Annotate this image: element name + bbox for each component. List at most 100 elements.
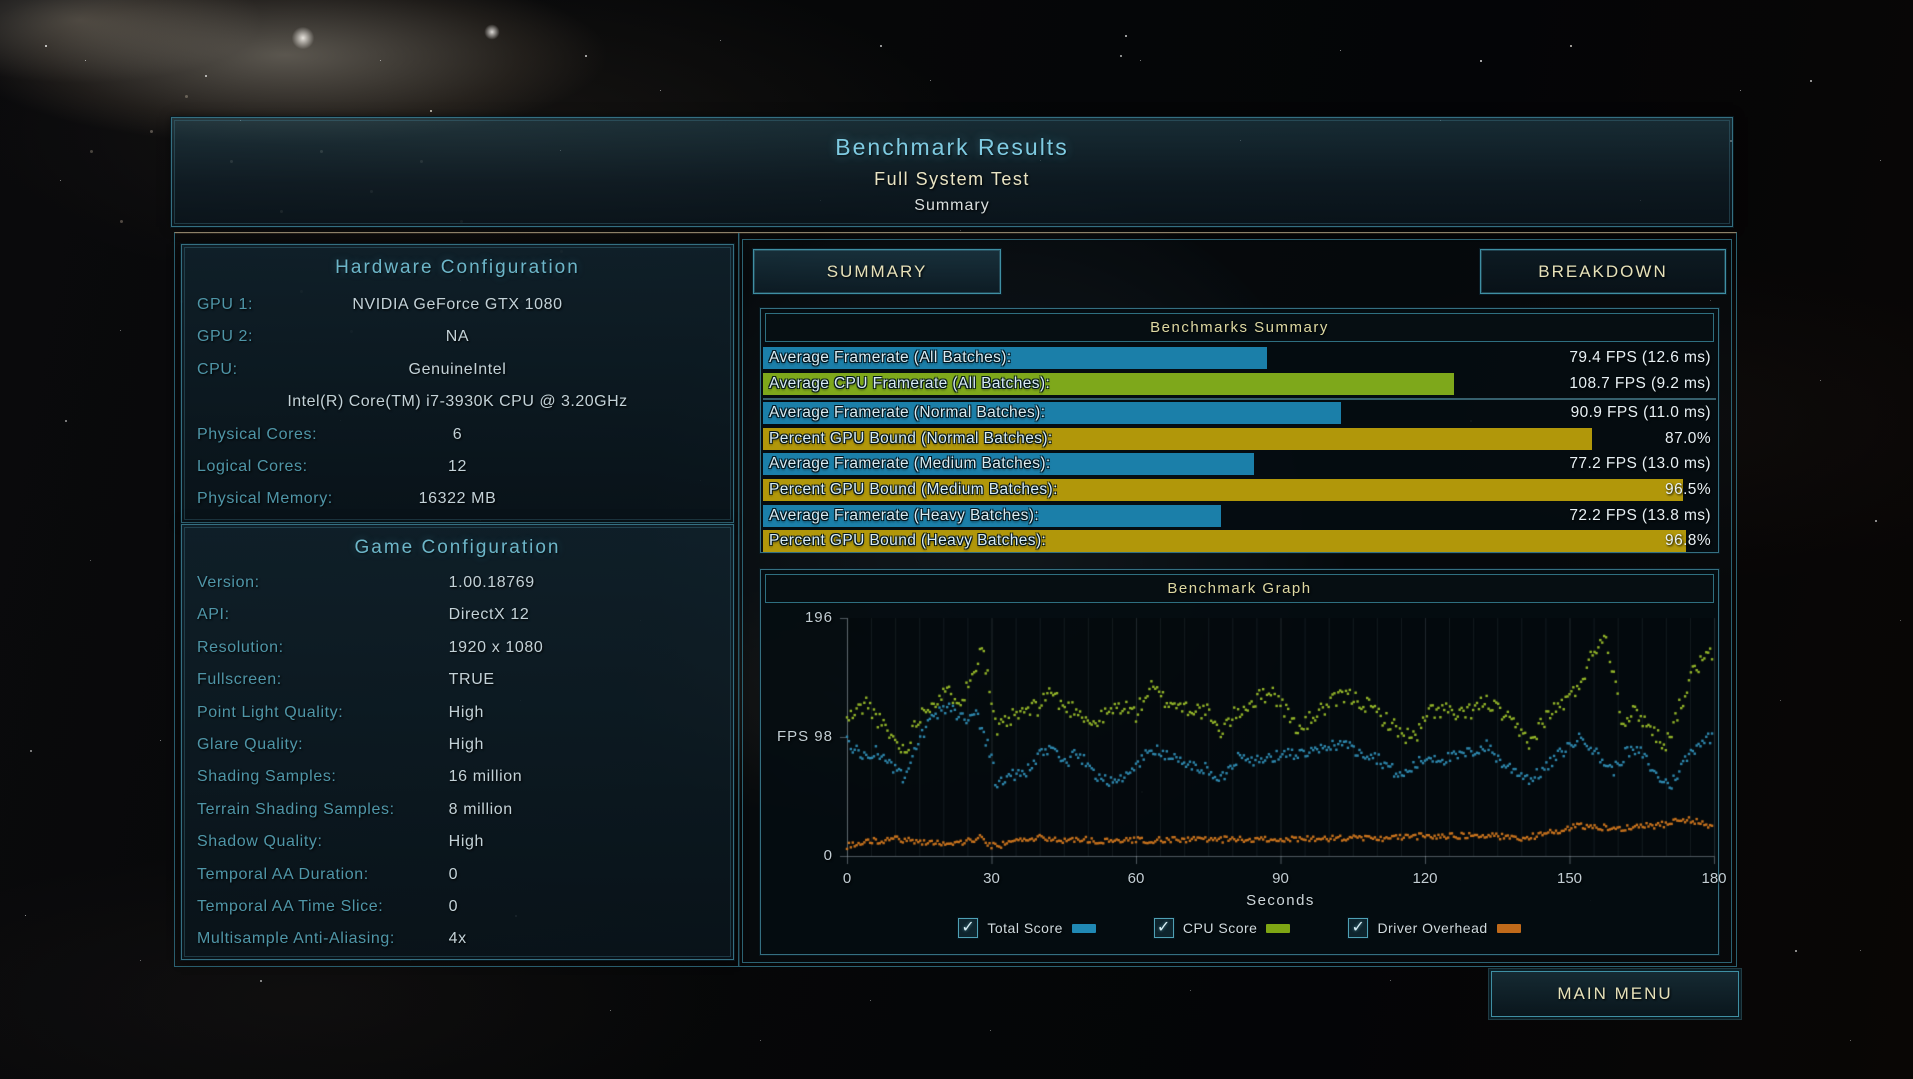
config-value: 6 [182, 426, 733, 444]
title-panel: Benchmark Results Full System Test Summa… [171, 117, 1733, 227]
config-value: 16 million [449, 768, 523, 786]
config-value: High [449, 704, 484, 722]
total-score-checkbox-icon[interactable] [958, 918, 978, 938]
config-label: Multisample Anti-Aliasing: [197, 930, 395, 948]
main-menu-button[interactable]: MAIN MENU [1491, 971, 1739, 1017]
config-label: API: [197, 606, 230, 624]
config-row: Fullscreen: TRUE [182, 664, 733, 696]
y-tick-label: 0 [763, 847, 833, 864]
results-panel: SUMMARY BREAKDOWN Benchmarks Summary Ave… [742, 239, 1732, 963]
config-row: Terrain Shading Samples: 8 million [182, 794, 733, 826]
config-value: 12 [182, 458, 733, 476]
legend-label: CPU Score [1183, 920, 1258, 936]
summary-row-label: Average Framerate (Heavy Batches): [769, 507, 1039, 525]
summary-row-value: 90.9 FPS (11.0 ms) [1571, 404, 1711, 422]
benchmarks-summary-panel: Benchmarks Summary Average Framerate (Al… [760, 308, 1719, 553]
benchmark-graph-title: Benchmark Graph [765, 574, 1714, 603]
driver-overhead-color-swatch [1497, 924, 1521, 933]
config-row: CPU: GenuineIntel [182, 354, 733, 386]
config-row: Shadow Quality: High [182, 826, 733, 858]
column-divider [738, 233, 740, 966]
config-label: Temporal AA Duration: [197, 866, 369, 884]
summary-row-label: Average CPU Framerate (All Batches): [769, 375, 1050, 393]
y-tick-label: FPS 98 [763, 728, 833, 745]
legend-item-cpu-score: CPU Score [1154, 918, 1291, 938]
config-row: Physical Memory: 16322 MB [182, 483, 733, 515]
config-row: GPU 2: NA [182, 321, 733, 353]
config-value: 4x [449, 930, 467, 948]
tab-summary[interactable]: SUMMARY [753, 249, 1001, 294]
config-label: Resolution: [197, 639, 284, 657]
config-row: Multisample Anti-Aliasing: 4x [182, 923, 733, 955]
config-label: Fullscreen: [197, 671, 282, 689]
summary-row-value: 96.8% [1665, 532, 1711, 550]
hardware-config-title: Hardware Configuration [182, 257, 733, 279]
config-value: 1.00.18769 [449, 574, 535, 592]
config-label: Shadow Quality: [197, 833, 323, 851]
config-row: Version: 1.00.18769 [182, 567, 733, 599]
x-tick-label: 150 [1545, 870, 1595, 887]
fps-scatter-plot [847, 618, 1714, 856]
game-configuration-panel: Game Configuration Version: 1.00.18769 A… [181, 524, 734, 960]
summary-row: Percent GPU Bound (Medium Batches): 96.5… [763, 478, 1716, 504]
summary-row-label: Average Framerate (Normal Batches): [769, 404, 1045, 422]
config-label: Terrain Shading Samples: [197, 801, 395, 819]
summary-row-value: 96.5% [1665, 481, 1711, 499]
legend-label: Driver Overhead [1377, 920, 1487, 936]
config-value: NA [182, 328, 733, 346]
summary-row-label: Percent GPU Bound (Medium Batches): [769, 481, 1058, 499]
config-value: High [449, 833, 484, 851]
x-tick-label: 30 [967, 870, 1017, 887]
config-row: Glare Quality: High [182, 729, 733, 761]
summary-row: Percent GPU Bound (Heavy Batches): 96.8% [763, 529, 1716, 555]
config-label: Shading Samples: [197, 768, 336, 786]
legend-item-driver-overhead: Driver Overhead [1348, 918, 1520, 938]
graph-legend: Total Score CPU Score Driver Overhead [761, 918, 1718, 938]
config-label: Glare Quality: [197, 736, 303, 754]
summary-row: Average CPU Framerate (All Batches): 108… [763, 372, 1716, 398]
summary-row-label: Average Framerate (Medium Batches): [769, 455, 1051, 473]
config-row-cpu-full: Intel(R) Core(TM) i7-3930K CPU @ 3.20GHz [182, 386, 733, 418]
config-value: GenuineIntel [182, 361, 733, 379]
asteroid-field [0, 0, 3, 3]
page-subtitle-mode: Summary [172, 197, 1732, 215]
benchmarks-summary-title: Benchmarks Summary [765, 313, 1714, 342]
config-row: Shading Samples: 16 million [182, 761, 733, 793]
page-title: Benchmark Results [172, 134, 1732, 161]
config-row: Point Light Quality: High [182, 697, 733, 729]
config-label: Point Light Quality: [197, 704, 343, 722]
summary-row-label: Percent GPU Bound (Normal Batches): [769, 430, 1053, 448]
config-label: Temporal AA Time Slice: [197, 898, 383, 916]
config-value: NVIDIA GeForce GTX 1080 [182, 296, 733, 314]
summary-row-label: Average Framerate (All Batches): [769, 349, 1012, 367]
summary-row-label: Percent GPU Bound (Heavy Batches): [769, 532, 1046, 550]
summary-row: Average Framerate (Normal Batches): 90.9… [763, 401, 1716, 427]
summary-row-value: 87.0% [1665, 430, 1711, 448]
x-tick-label: 60 [1111, 870, 1161, 887]
config-value: DirectX 12 [449, 606, 530, 624]
summary-row: Average Framerate (Heavy Batches): 72.2 … [763, 504, 1716, 530]
config-value: 1920 x 1080 [449, 639, 544, 657]
cpu-score-color-swatch [1266, 924, 1290, 933]
benchmark-graph-panel: Benchmark Graph 196FPS 980 0306090120150… [760, 569, 1719, 955]
cpu-score-checkbox-icon[interactable] [1154, 918, 1174, 938]
driver-overhead-checkbox-icon[interactable] [1348, 918, 1368, 938]
config-value: 8 million [449, 801, 513, 819]
config-row: API: DirectX 12 [182, 599, 733, 631]
fps-scatter-canvas [835, 612, 1726, 870]
config-row: Logical Cores: 12 [182, 451, 733, 483]
x-tick-label: 120 [1400, 870, 1450, 887]
config-row: GPU 1: NVIDIA GeForce GTX 1080 [182, 289, 733, 321]
benchmarks-summary-rows: Average Framerate (All Batches): 79.4 FP… [763, 346, 1716, 555]
game-config-title: Game Configuration [182, 537, 733, 559]
summary-row-value: 108.7 FPS (9.2 ms) [1569, 375, 1711, 393]
config-row: Resolution: 1920 x 1080 [182, 632, 733, 664]
tab-breakdown[interactable]: BREAKDOWN [1480, 249, 1726, 294]
total-score-color-swatch [1072, 924, 1096, 933]
summary-row-value: 72.2 FPS (13.8 ms) [1569, 507, 1711, 525]
y-tick-label: 196 [763, 609, 833, 626]
legend-item-total-score: Total Score [958, 918, 1096, 938]
summary-row: Percent GPU Bound (Normal Batches): 87.0… [763, 427, 1716, 453]
x-tick-label: 90 [1256, 870, 1306, 887]
summary-row-value: 77.2 FPS (13.0 ms) [1569, 455, 1711, 473]
